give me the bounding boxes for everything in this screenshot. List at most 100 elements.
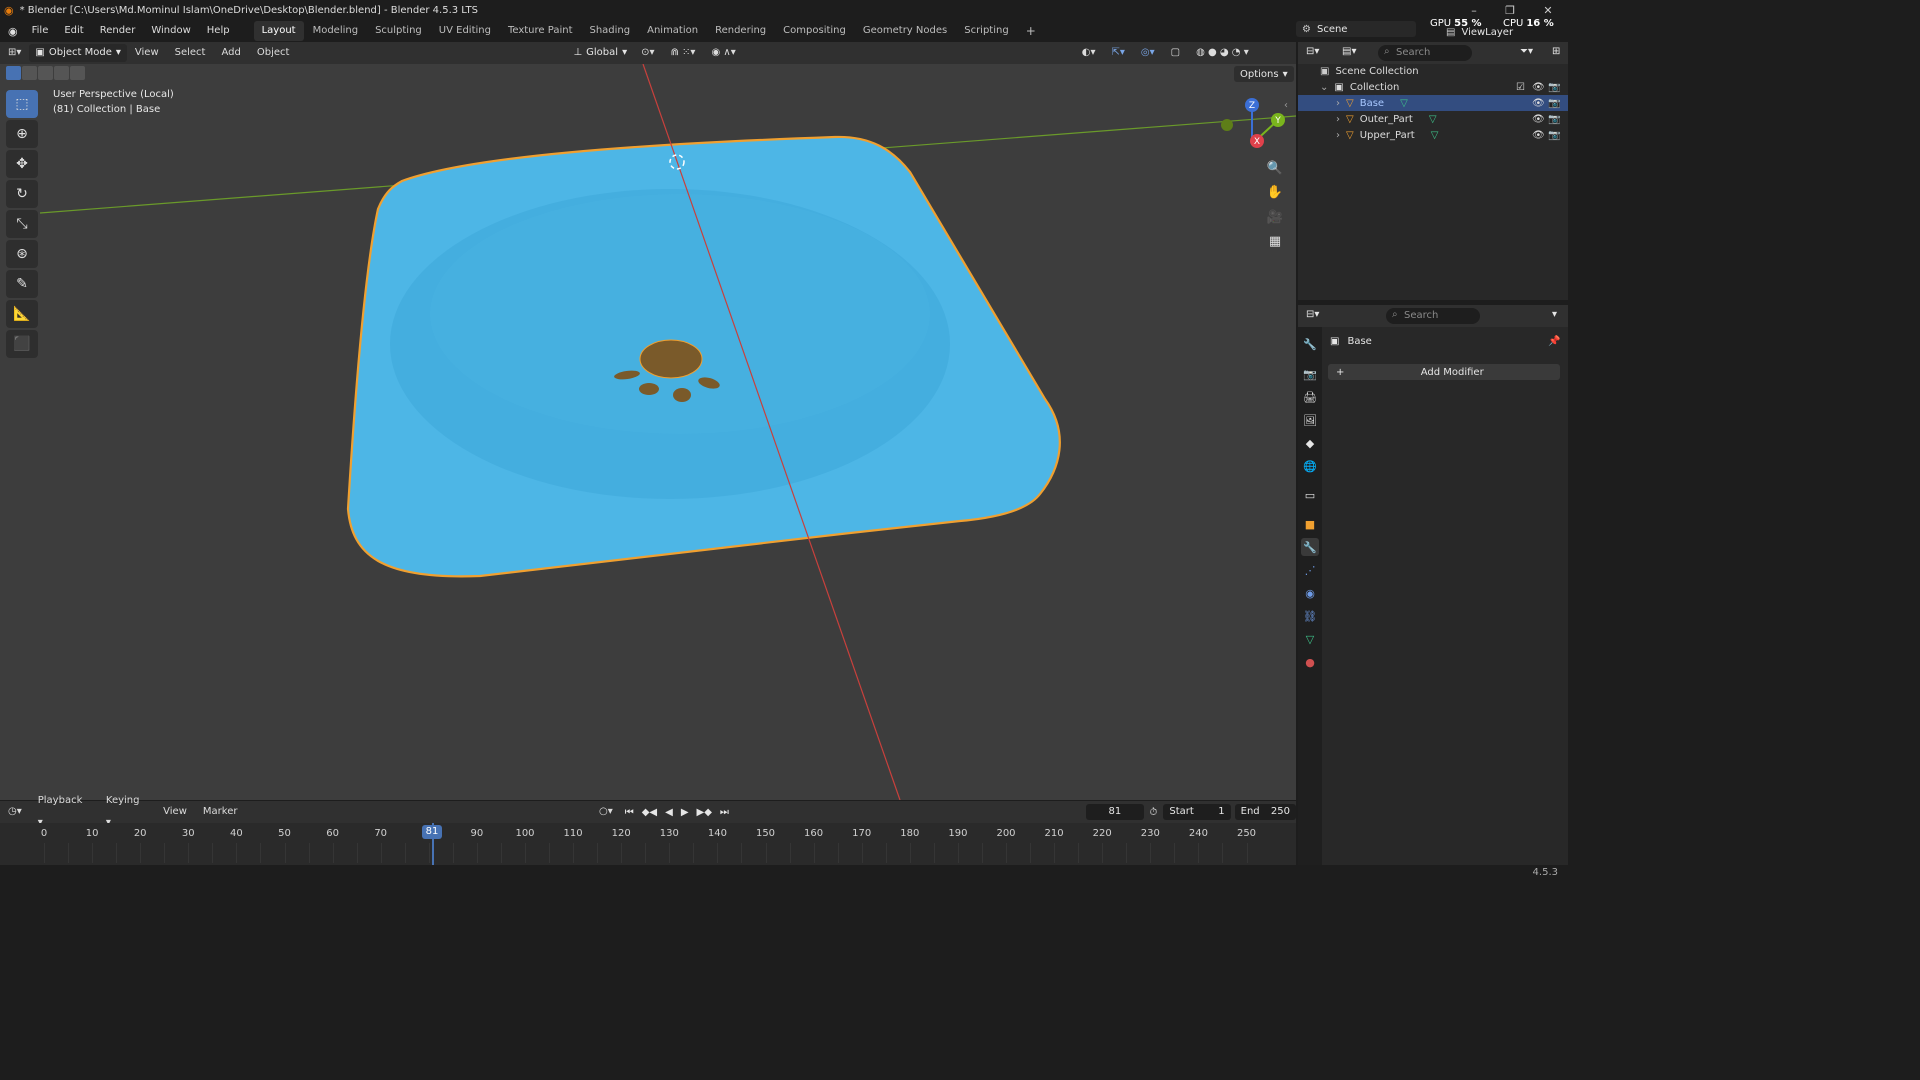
menu-add[interactable]: Add — [213, 42, 248, 64]
select-subtract-icon[interactable] — [38, 66, 53, 80]
sidebar-toggle-icon[interactable]: ‹ — [1284, 100, 1288, 111]
tab-uv-editing[interactable]: UV Editing — [431, 21, 499, 41]
jump-end-icon[interactable]: ⏭ — [716, 807, 733, 818]
outliner-search-input[interactable]: Search — [1378, 45, 1472, 61]
options-dropdown[interactable]: Options ▾ — [1234, 66, 1294, 82]
zoom-icon[interactable]: 🔍 — [1264, 157, 1286, 179]
particles-tab-icon[interactable]: ⋰ — [1301, 561, 1319, 579]
outliner-editor-icon[interactable]: ⊟▾ — [1306, 46, 1319, 57]
collection-tab-icon[interactable]: ▭ — [1301, 486, 1319, 504]
select-intersect-icon[interactable] — [70, 66, 85, 80]
object-tab-icon[interactable]: ■ — [1301, 515, 1319, 533]
select-box-tool-icon[interactable]: ⬚ — [6, 90, 38, 118]
shading-modes-icon[interactable]: ◍ ● ◕ ◔ ▾ — [1188, 42, 1257, 64]
add-modifier-button[interactable]: + Add Modifier — [1328, 364, 1560, 380]
outliner-scene-collection[interactable]: ▣ Scene Collection — [1298, 63, 1568, 79]
overlay-toggle-icon[interactable]: ◎▾ — [1133, 42, 1163, 64]
add-cube-tool-icon[interactable]: ⬛ — [6, 330, 38, 358]
scene-tab-icon[interactable]: ◆ — [1301, 434, 1319, 452]
3d-viewport[interactable]: Z Y X User Perspective (Local) (81) Coll… — [0, 64, 1296, 800]
current-frame-field[interactable]: 81 — [1086, 804, 1144, 820]
mode-dropdown[interactable]: ▣ Object Mode ▾ — [29, 44, 127, 62]
view-layer-selector[interactable]: ▤ ViewLayer — [1440, 25, 1530, 39]
jump-keyframe-forward-icon[interactable]: ▶◆ — [693, 807, 716, 818]
move-tool-icon[interactable]: ✥ — [6, 150, 38, 178]
tab-rendering[interactable]: Rendering — [707, 21, 774, 41]
render-tab-icon[interactable]: 📷 — [1301, 365, 1319, 383]
rotate-tool-icon[interactable]: ↻ — [6, 180, 38, 208]
play-reverse-icon[interactable]: ◀ — [661, 807, 677, 818]
editor-type-icon[interactable]: ⊞▾ — [0, 42, 29, 64]
physics-tab-icon[interactable]: ◉ — [1301, 584, 1319, 602]
eye-icon[interactable]: 👁 — [1532, 114, 1545, 125]
select-invert-icon[interactable] — [54, 66, 69, 80]
end-frame-field[interactable]: End 250 — [1234, 804, 1296, 820]
pan-hand-icon[interactable]: ✋ — [1264, 181, 1286, 203]
expand-right-icon[interactable]: › — [1336, 114, 1340, 125]
preview-range-icon[interactable]: ⏱ — [1144, 807, 1164, 818]
camera-view-icon[interactable]: 🎥 — [1264, 206, 1286, 228]
camera-icon[interactable]: 📷 — [1548, 130, 1560, 141]
modifier-tab-icon[interactable]: 🔧 — [1301, 538, 1319, 556]
start-frame-field[interactable]: Start 1 — [1163, 804, 1231, 820]
expand-right-icon[interactable]: › — [1336, 98, 1340, 109]
pivot-icon[interactable]: ⊙▾ — [633, 42, 662, 64]
transform-tool-icon[interactable]: ⊛ — [6, 240, 38, 268]
xray-icon[interactable]: ▢ — [1163, 42, 1188, 64]
constraints-tab-icon[interactable]: ⛓ — [1301, 607, 1319, 625]
menu-select[interactable]: Select — [167, 42, 214, 64]
cursor-tool-icon[interactable]: ⊕ — [6, 120, 38, 148]
auto-keying-icon[interactable]: ○▾ — [591, 801, 621, 823]
camera-icon[interactable]: 📷 — [1548, 114, 1560, 125]
eye-icon[interactable]: 👁 — [1532, 130, 1545, 141]
jump-start-icon[interactable]: ⏮ — [621, 807, 638, 818]
world-tab-icon[interactable]: 🌐 — [1301, 457, 1319, 475]
outliner-item-upper-part[interactable]: › ▽ Upper_Part ▽ 👁 📷 — [1298, 127, 1568, 143]
checkbox-icon[interactable]: ☑ — [1516, 82, 1525, 93]
data-tab-icon[interactable]: ▽ — [1301, 630, 1319, 648]
scale-tool-icon[interactable]: ⤡ — [6, 210, 38, 238]
tab-modeling[interactable]: Modeling — [305, 21, 367, 41]
tab-layout[interactable]: Layout — [253, 21, 304, 41]
tab-compositing[interactable]: Compositing — [775, 21, 854, 41]
pin-icon[interactable]: 📌 — [1548, 336, 1560, 347]
ortho-grid-icon[interactable]: ▦ — [1264, 230, 1286, 252]
gizmo-toggle-icon[interactable]: ⇱▾ — [1103, 42, 1132, 64]
menu-marker[interactable]: Marker — [195, 801, 246, 823]
camera-icon[interactable]: 📷 — [1548, 98, 1560, 109]
add-workspace-button[interactable]: + — [1018, 21, 1044, 41]
tab-sculpting[interactable]: Sculpting — [367, 21, 430, 41]
orientation-dropdown[interactable]: ⊥ Global ▾ — [567, 44, 633, 62]
material-tab-icon[interactable]: ● — [1301, 653, 1319, 671]
tool-tab-icon[interactable]: 🔧 — [1301, 335, 1319, 353]
eye-icon[interactable]: 👁 — [1532, 98, 1545, 109]
measure-tool-icon[interactable]: 📐 — [6, 300, 38, 328]
select-extend-icon[interactable] — [22, 66, 37, 80]
filter-icon[interactable]: ⏷▾ — [1520, 46, 1533, 57]
menu-view[interactable]: View — [127, 42, 167, 64]
menu-object[interactable]: Object — [249, 42, 298, 64]
display-mode-icon[interactable]: ▤▾ — [1342, 46, 1356, 57]
expand-right-icon[interactable]: › — [1336, 130, 1340, 141]
new-collection-icon[interactable]: ⊞ — [1552, 46, 1560, 57]
eye-icon[interactable]: 👁 — [1532, 82, 1545, 93]
outliner-item-base[interactable]: › ▽ Base ▽ 👁 📷 — [1298, 95, 1568, 111]
tab-texture-paint[interactable]: Texture Paint — [500, 21, 581, 41]
menu-edit[interactable]: Edit — [56, 20, 91, 42]
timeline-area[interactable]: 0 10 20 30 40 50 60 70 90 100 110 120 130 140 150 160 17… — [0, 823, 1296, 865]
menu-help[interactable]: Help — [199, 20, 238, 42]
menu-file[interactable]: File — [24, 20, 57, 42]
snap-icon[interactable]: ⋒ ⁙▾ — [663, 42, 704, 64]
tab-animation[interactable]: Animation — [639, 21, 706, 41]
tab-geometry-nodes[interactable]: Geometry Nodes — [855, 21, 955, 41]
annotate-tool-icon[interactable]: ✎ — [6, 270, 38, 298]
view-layer-tab-icon[interactable]: 🖼 — [1301, 411, 1319, 429]
timeline-editor-icon[interactable]: ◷▾ — [0, 801, 30, 823]
properties-search-input[interactable]: Search — [1386, 308, 1480, 324]
expand-down-icon[interactable]: ⌄ — [1320, 82, 1328, 93]
playhead-frame[interactable]: 81 — [422, 825, 442, 839]
visibility-icon[interactable]: ◐▾ — [1074, 42, 1104, 64]
select-new-icon[interactable] — [6, 66, 21, 80]
proportional-edit-icon[interactable]: ◉ ∧▾ — [703, 42, 743, 64]
chevron-down-icon[interactable]: ▾ — [1552, 309, 1557, 320]
